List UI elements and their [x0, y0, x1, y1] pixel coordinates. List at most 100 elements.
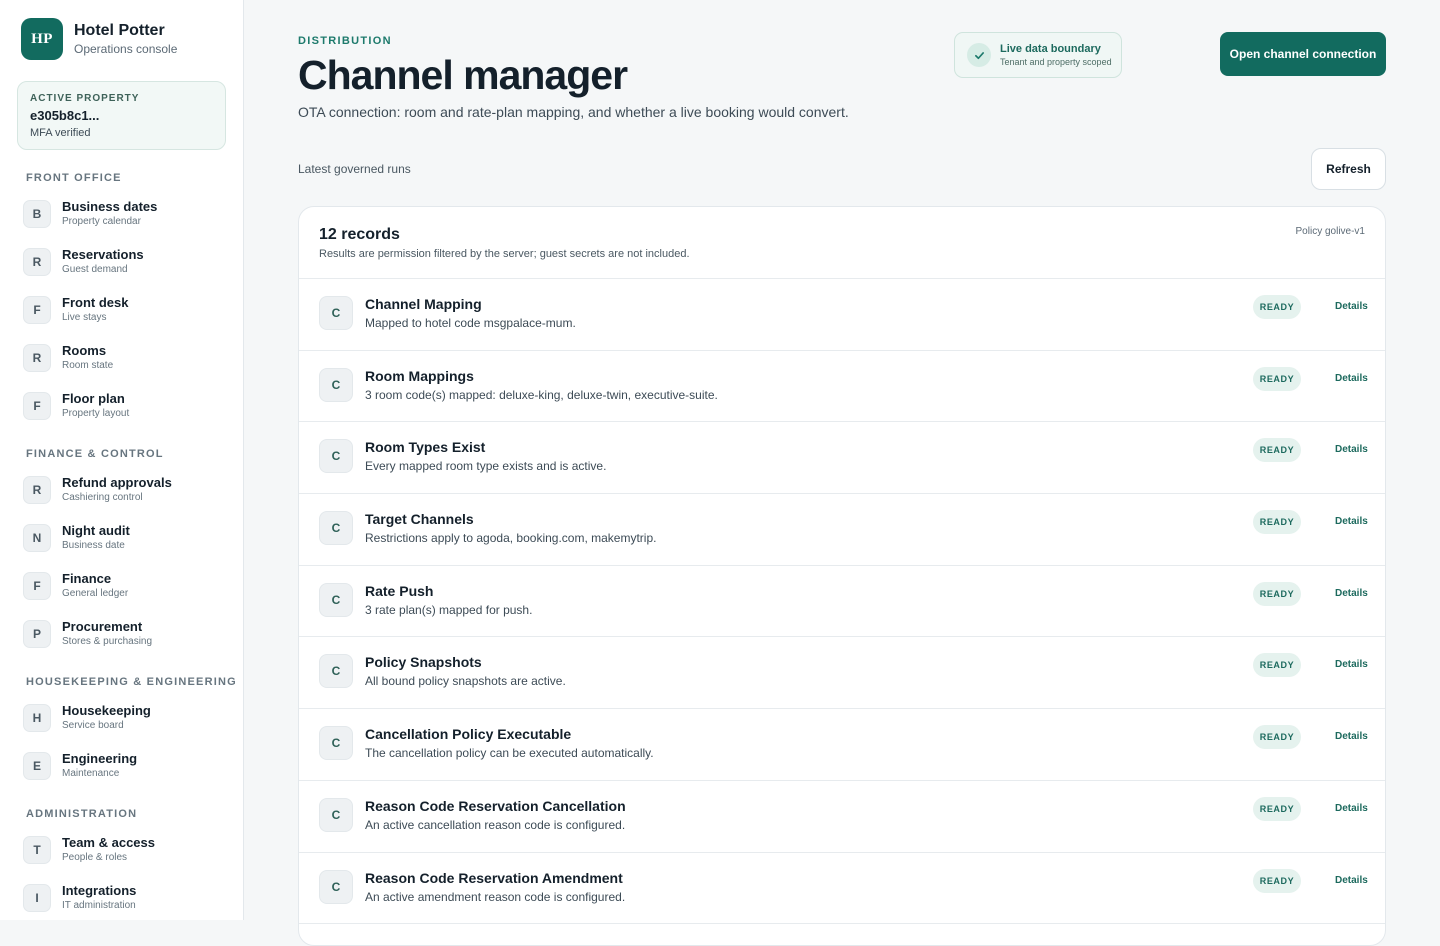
row-title: Room Types Exist	[365, 439, 486, 456]
row-description: An active amendment reason code is confi…	[365, 889, 626, 904]
nav-sublabel: Guest demand	[62, 264, 128, 275]
row-badge: C	[319, 511, 353, 546]
sidebar-item-front-desk[interactable]: F Front desk Live stays	[23, 295, 128, 324]
row-title: Target Channels	[365, 511, 474, 528]
sidebar-item-finance[interactable]: F Finance General ledger	[23, 571, 128, 600]
row-badge: C	[319, 582, 353, 617]
sidebar-item-refund-approvals[interactable]: R Refund approvals Cashiering control	[23, 475, 172, 504]
row-title: Channel Mapping	[365, 296, 482, 312]
sidebar-item-integrations[interactable]: I Integrations IT administration	[23, 883, 136, 912]
table-row[interactable]: C Target Channels Restrictions apply to ag…	[299, 494, 1385, 566]
sidebar-item-engineering[interactable]: E Engineering Maintenance	[23, 751, 137, 780]
nav-badge: F	[23, 571, 51, 600]
row-description: An active cancellation reason code is co…	[365, 817, 626, 832]
row-badge: C	[319, 654, 353, 689]
nav-sublabel: People & roles	[62, 852, 128, 863]
nav-label: Integrations	[62, 883, 137, 898]
nav-badge: E	[23, 751, 51, 780]
runs-panel: 12 records Results are permission filter…	[298, 206, 1386, 946]
nav-section-title: HOUSEKEEPING & ENGINEERING	[26, 676, 237, 688]
page-eyebrow: DISTRIBUTION	[298, 35, 392, 47]
row-title: Rate Push	[365, 582, 434, 599]
boundary-title: Live data boundary	[1000, 42, 1101, 55]
table-row[interactable]: C Room Mappings 3 room code(s) mapped: del…	[299, 351, 1385, 423]
details-link[interactable]: Details	[1335, 373, 1368, 384]
row-title: Room Mappings	[365, 367, 474, 384]
check-icon	[967, 43, 991, 67]
nav-label: Engineering	[62, 751, 138, 766]
details-link[interactable]: Details	[1335, 659, 1368, 670]
table-row[interactable]: C Reason Code Reservation Amendment An act…	[299, 853, 1385, 925]
brand-text: Hotel Potter Operations console	[74, 21, 177, 57]
page-title: Channel manager	[298, 52, 628, 98]
page-subtitle: OTA connection: room and rate-plan mappi…	[298, 104, 849, 120]
nav-label: Rooms	[62, 343, 107, 358]
runs-list: C Channel Mapping Mapped to hotel code msg…	[299, 279, 1385, 925]
row-description: The cancellation policy can be executed …	[365, 746, 654, 761]
nav-sublabel: General ledger	[62, 588, 129, 599]
row-title: Reason Code Reservation Amendment	[365, 869, 623, 886]
sidebar-item-procurement[interactable]: P Procurement Stores & purchasing	[23, 619, 152, 648]
table-row[interactable]: C Room Types Exist Every mapped room type …	[299, 422, 1385, 495]
brand-name: Hotel Potter	[74, 22, 165, 39]
live-data-boundary-badge: Live data boundary Tenant and property s…	[954, 32, 1122, 78]
nav-sublabel: Maintenance	[62, 768, 120, 779]
details-link[interactable]: Details	[1335, 444, 1368, 455]
row-description: Restrictions apply to agoda, booking.com…	[365, 531, 657, 546]
nav-badge: P	[23, 619, 51, 648]
nav-label: Finance	[62, 571, 112, 586]
details-link[interactable]: Details	[1335, 588, 1368, 599]
sidebar-item-team-access[interactable]: T Team & access People & roles	[23, 835, 155, 864]
row-title: Reason Code Reservation Cancellation	[365, 797, 626, 814]
table-row[interactable]: C Rate Push 3 rate plan(s) mapped for push…	[299, 566, 1385, 638]
nav-sublabel: Live stays	[62, 312, 107, 323]
row-description: All bound policy snapshots are active.	[365, 674, 566, 689]
status-badge: READY	[1253, 366, 1301, 391]
status-badge: READY	[1253, 725, 1301, 750]
row-badge: C	[319, 439, 353, 474]
row-badge: C	[319, 797, 353, 832]
row-badge: C	[319, 296, 353, 330]
nav-badge: R	[23, 343, 51, 372]
status-badge: READY	[1253, 510, 1301, 535]
nav-section-title: ADMINISTRATION	[26, 808, 138, 820]
nav-label: Business dates	[62, 199, 158, 214]
details-link[interactable]: Details	[1335, 875, 1368, 886]
table-row[interactable]: C Channel Mapping Mapped to hotel code msg…	[299, 279, 1385, 351]
nav-sublabel: Service board	[62, 720, 124, 731]
active-property-card[interactable]: ACTIVE PROPERTY e305b8c1... MFA verified	[17, 81, 226, 150]
sidebar-item-reservations[interactable]: R Reservations Guest demand	[23, 247, 144, 276]
nav-label: Team & access	[62, 835, 155, 850]
table-row[interactable]: C Cancellation Policy Executable The cance…	[299, 709, 1385, 781]
sidebar-item-floor-plan[interactable]: F Floor plan Property layout	[23, 391, 129, 420]
policy-label: Policy golive-v1	[1295, 226, 1365, 237]
nav-sublabel: IT administration	[62, 900, 136, 911]
sidebar-item-business-dates[interactable]: B Business dates Property calendar	[23, 199, 157, 228]
row-description: Every mapped room type exists and is act…	[365, 459, 607, 474]
brand[interactable]: HP Hotel Potter Operations console	[21, 18, 177, 60]
brand-subtitle: Operations console	[74, 42, 178, 56]
row-title: Cancellation Policy Executable	[365, 726, 572, 743]
nav-sublabel: Property calendar	[62, 216, 141, 227]
open-channel-connection-button[interactable]: Open channel connection	[1220, 32, 1386, 76]
nav-section-title: FINANCE & CONTROL	[26, 448, 164, 460]
nav-sublabel: Room state	[62, 360, 114, 371]
table-row[interactable]: C Policy Snapshots All bound policy snapsh…	[299, 637, 1385, 710]
nav-badge: F	[23, 295, 51, 324]
details-link[interactable]: Details	[1335, 301, 1368, 312]
sidebar-item-rooms[interactable]: R Rooms Room state	[23, 343, 113, 372]
status-badge: READY	[1253, 796, 1301, 821]
sidebar-item-night-audit[interactable]: N Night audit Business date	[23, 523, 130, 552]
boundary-subtitle: Tenant and property scoped	[1000, 56, 1112, 67]
table-row[interactable]: C Reason Code Reservation Cancellation An …	[299, 781, 1385, 853]
refresh-button[interactable]: Refresh	[1311, 148, 1386, 190]
row-description: Mapped to hotel code msgpalace-mum.	[365, 316, 576, 330]
sidebar-item-housekeeping[interactable]: H Housekeeping Service board	[23, 703, 151, 732]
details-link[interactable]: Details	[1335, 731, 1368, 742]
nav-badge: H	[23, 703, 51, 732]
nav-label: Procurement	[62, 619, 143, 634]
nav-badge: R	[23, 247, 51, 276]
details-link[interactable]: Details	[1335, 516, 1368, 527]
details-link[interactable]: Details	[1335, 803, 1368, 814]
status-badge: READY	[1253, 438, 1301, 463]
